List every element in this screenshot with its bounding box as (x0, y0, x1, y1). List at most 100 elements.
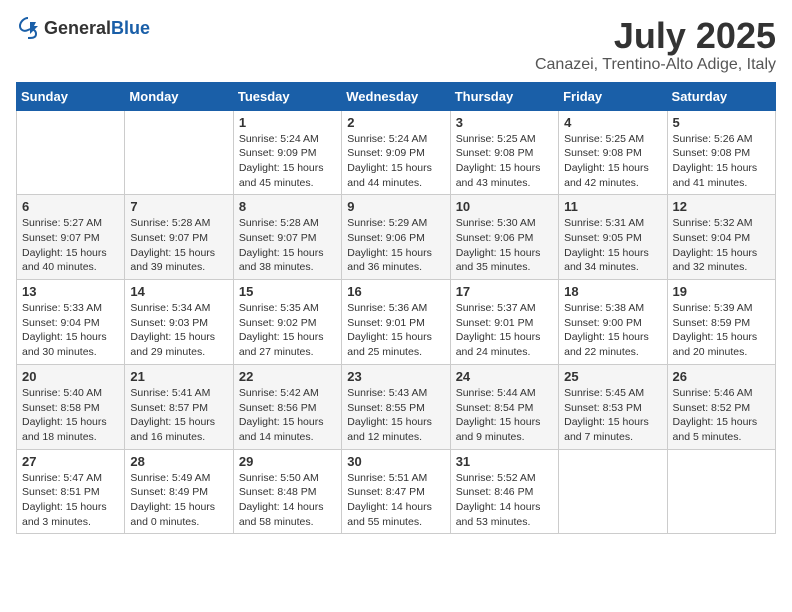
day-info: Sunrise: 5:41 AMSunset: 8:57 PMDaylight:… (130, 386, 227, 445)
weekday-header-friday: Friday (559, 82, 667, 110)
day-number: 4 (564, 115, 661, 130)
calendar-cell: 20 Sunrise: 5:40 AMSunset: 8:58 PMDayligh… (17, 364, 125, 449)
day-info: Sunrise: 5:29 AMSunset: 9:06 PMDaylight:… (347, 216, 444, 275)
calendar-cell: 22Sunrise: 5:42 AMSunset: 8:56 PMDayligh… (233, 364, 341, 449)
day-number: 24 (456, 369, 553, 384)
day-number: 13 (22, 284, 119, 299)
day-number: 16 (347, 284, 444, 299)
calendar-cell: 23Sunrise: 5:43 AMSunset: 8:55 PMDayligh… (342, 364, 450, 449)
day-info: Sunrise: 5:42 AMSunset: 8:56 PMDaylight:… (239, 386, 336, 445)
logo-general: General (44, 18, 111, 38)
day-info: Sunrise: 5:51 AMSunset: 8:47 PMDaylight:… (347, 471, 444, 530)
calendar-cell: 12 Sunrise: 5:32 AMSunset: 9:04 PMDayligh… (667, 195, 775, 280)
calendar-cell: 17 Sunrise: 5:37 AMSunset: 9:01 PMDayligh… (450, 280, 558, 365)
calendar-cell: 14 Sunrise: 5:34 AMSunset: 9:03 PMDayligh… (125, 280, 233, 365)
calendar-cell: 9 Sunrise: 5:29 AMSunset: 9:06 PMDaylight… (342, 195, 450, 280)
weekday-header-thursday: Thursday (450, 82, 558, 110)
calendar-cell (17, 110, 125, 195)
calendar-cell: 28Sunrise: 5:49 AMSunset: 8:49 PMDayligh… (125, 449, 233, 534)
day-number: 28 (130, 454, 227, 469)
day-number: 14 (130, 284, 227, 299)
day-info: Sunrise: 5:28 AMSunset: 9:07 PMDaylight:… (239, 216, 336, 275)
day-number: 5 (673, 115, 770, 130)
calendar-cell: 27Sunrise: 5:47 AMSunset: 8:51 PMDayligh… (17, 449, 125, 534)
logo: GeneralBlue (16, 16, 150, 40)
day-number: 15 (239, 284, 336, 299)
calendar-cell: 13 Sunrise: 5:33 AMSunset: 9:04 PMDayligh… (17, 280, 125, 365)
day-info: Sunrise: 5:33 AMSunset: 9:04 PMDaylight:… (22, 301, 119, 360)
title-area: July 2025 Canazei, Trentino-Alto Adige, … (535, 16, 776, 74)
weekday-header-monday: Monday (125, 82, 233, 110)
calendar-cell (667, 449, 775, 534)
day-info: Sunrise: 5:24 AMSunset: 9:09 PMDaylight:… (347, 132, 444, 191)
day-number: 2 (347, 115, 444, 130)
day-info: Sunrise: 5:50 AMSunset: 8:48 PMDaylight:… (239, 471, 336, 530)
calendar-cell: 25 Sunrise: 5:45 AMSunset: 8:53 PMDayligh… (559, 364, 667, 449)
weekday-header-saturday: Saturday (667, 82, 775, 110)
day-number: 17 (456, 284, 553, 299)
day-info: Sunrise: 5:43 AMSunset: 8:55 PMDaylight:… (347, 386, 444, 445)
day-info: Sunrise: 5:38 AMSunset: 9:00 PMDaylight:… (564, 301, 661, 360)
day-number: 29 (239, 454, 336, 469)
calendar-cell: 18Sunrise: 5:38 AMSunset: 9:00 PMDayligh… (559, 280, 667, 365)
day-number: 11 (564, 199, 661, 214)
week-row-1: 1 Sunrise: 5:24 AMSunset: 9:09 PMDaylight… (17, 110, 776, 195)
day-info: Sunrise: 5:37 AMSunset: 9:01 PMDaylight:… (456, 301, 553, 360)
day-number: 10 (456, 199, 553, 214)
week-row-4: 20 Sunrise: 5:40 AMSunset: 8:58 PMDayligh… (17, 364, 776, 449)
calendar-cell: 19 Sunrise: 5:39 AMSunset: 8:59 PMDayligh… (667, 280, 775, 365)
calendar-cell: 2 Sunrise: 5:24 AMSunset: 9:09 PMDaylight… (342, 110, 450, 195)
day-info: Sunrise: 5:44 AMSunset: 8:54 PMDaylight:… (456, 386, 553, 445)
week-row-3: 13 Sunrise: 5:33 AMSunset: 9:04 PMDayligh… (17, 280, 776, 365)
week-row-2: 6 Sunrise: 5:27 AMSunset: 9:07 PMDaylight… (17, 195, 776, 280)
calendar-cell: 29 Sunrise: 5:50 AMSunset: 8:48 PMDayligh… (233, 449, 341, 534)
weekday-header-wednesday: Wednesday (342, 82, 450, 110)
calendar-cell (125, 110, 233, 195)
calendar-cell: 1Sunrise: 5:24 AMSunset: 9:09 PMDaylight… (233, 110, 341, 195)
page-header: GeneralBlue July 2025 Canazei, Trentino-… (16, 16, 776, 74)
day-info: Sunrise: 5:39 AMSunset: 8:59 PMDaylight:… (673, 301, 770, 360)
day-info: Sunrise: 5:28 AMSunset: 9:07 PMDaylight:… (130, 216, 227, 275)
day-number: 9 (347, 199, 444, 214)
day-number: 20 (22, 369, 119, 384)
calendar-cell: 3 Sunrise: 5:25 AMSunset: 9:08 PMDaylight… (450, 110, 558, 195)
day-info: Sunrise: 5:46 AMSunset: 8:52 PMDaylight:… (673, 386, 770, 445)
weekday-header-tuesday: Tuesday (233, 82, 341, 110)
day-number: 30 (347, 454, 444, 469)
calendar-cell: 6 Sunrise: 5:27 AMSunset: 9:07 PMDaylight… (17, 195, 125, 280)
day-info: Sunrise: 5:34 AMSunset: 9:03 PMDaylight:… (130, 301, 227, 360)
day-number: 31 (456, 454, 553, 469)
day-info: Sunrise: 5:27 AMSunset: 9:07 PMDaylight:… (22, 216, 119, 275)
day-number: 12 (673, 199, 770, 214)
day-number: 3 (456, 115, 553, 130)
calendar-cell: 30 Sunrise: 5:51 AMSunset: 8:47 PMDayligh… (342, 449, 450, 534)
calendar-cell: 26 Sunrise: 5:46 AMSunset: 8:52 PMDayligh… (667, 364, 775, 449)
calendar-cell: 4Sunrise: 5:25 AMSunset: 9:08 PMDaylight… (559, 110, 667, 195)
day-info: Sunrise: 5:26 AMSunset: 9:08 PMDaylight:… (673, 132, 770, 191)
day-number: 19 (673, 284, 770, 299)
logo-blue: Blue (111, 18, 150, 38)
day-number: 8 (239, 199, 336, 214)
day-number: 25 (564, 369, 661, 384)
day-info: Sunrise: 5:45 AMSunset: 8:53 PMDaylight:… (564, 386, 661, 445)
day-info: Sunrise: 5:32 AMSunset: 9:04 PMDaylight:… (673, 216, 770, 275)
day-info: Sunrise: 5:35 AMSunset: 9:02 PMDaylight:… (239, 301, 336, 360)
day-info: Sunrise: 5:30 AMSunset: 9:06 PMDaylight:… (456, 216, 553, 275)
day-info: Sunrise: 5:31 AMSunset: 9:05 PMDaylight:… (564, 216, 661, 275)
calendar-cell: 31Sunrise: 5:52 AMSunset: 8:46 PMDayligh… (450, 449, 558, 534)
calendar-cell: 16Sunrise: 5:36 AMSunset: 9:01 PMDayligh… (342, 280, 450, 365)
weekday-header-sunday: Sunday (17, 82, 125, 110)
calendar-cell: 8 Sunrise: 5:28 AMSunset: 9:07 PMDaylight… (233, 195, 341, 280)
week-row-5: 27Sunrise: 5:47 AMSunset: 8:51 PMDayligh… (17, 449, 776, 534)
calendar-cell: 21Sunrise: 5:41 AMSunset: 8:57 PMDayligh… (125, 364, 233, 449)
calendar-cell: 24 Sunrise: 5:44 AMSunset: 8:54 PMDayligh… (450, 364, 558, 449)
day-number: 26 (673, 369, 770, 384)
day-info: Sunrise: 5:25 AMSunset: 9:08 PMDaylight:… (456, 132, 553, 191)
day-number: 1 (239, 115, 336, 130)
calendar-cell: 10 Sunrise: 5:30 AMSunset: 9:06 PMDayligh… (450, 195, 558, 280)
calendar-cell: 7Sunrise: 5:28 AMSunset: 9:07 PMDaylight… (125, 195, 233, 280)
calendar-cell: 11 Sunrise: 5:31 AMSunset: 9:05 PMDayligh… (559, 195, 667, 280)
day-info: Sunrise: 5:40 AMSunset: 8:58 PMDaylight:… (22, 386, 119, 445)
calendar-cell: 5 Sunrise: 5:26 AMSunset: 9:08 PMDaylight… (667, 110, 775, 195)
day-number: 6 (22, 199, 119, 214)
